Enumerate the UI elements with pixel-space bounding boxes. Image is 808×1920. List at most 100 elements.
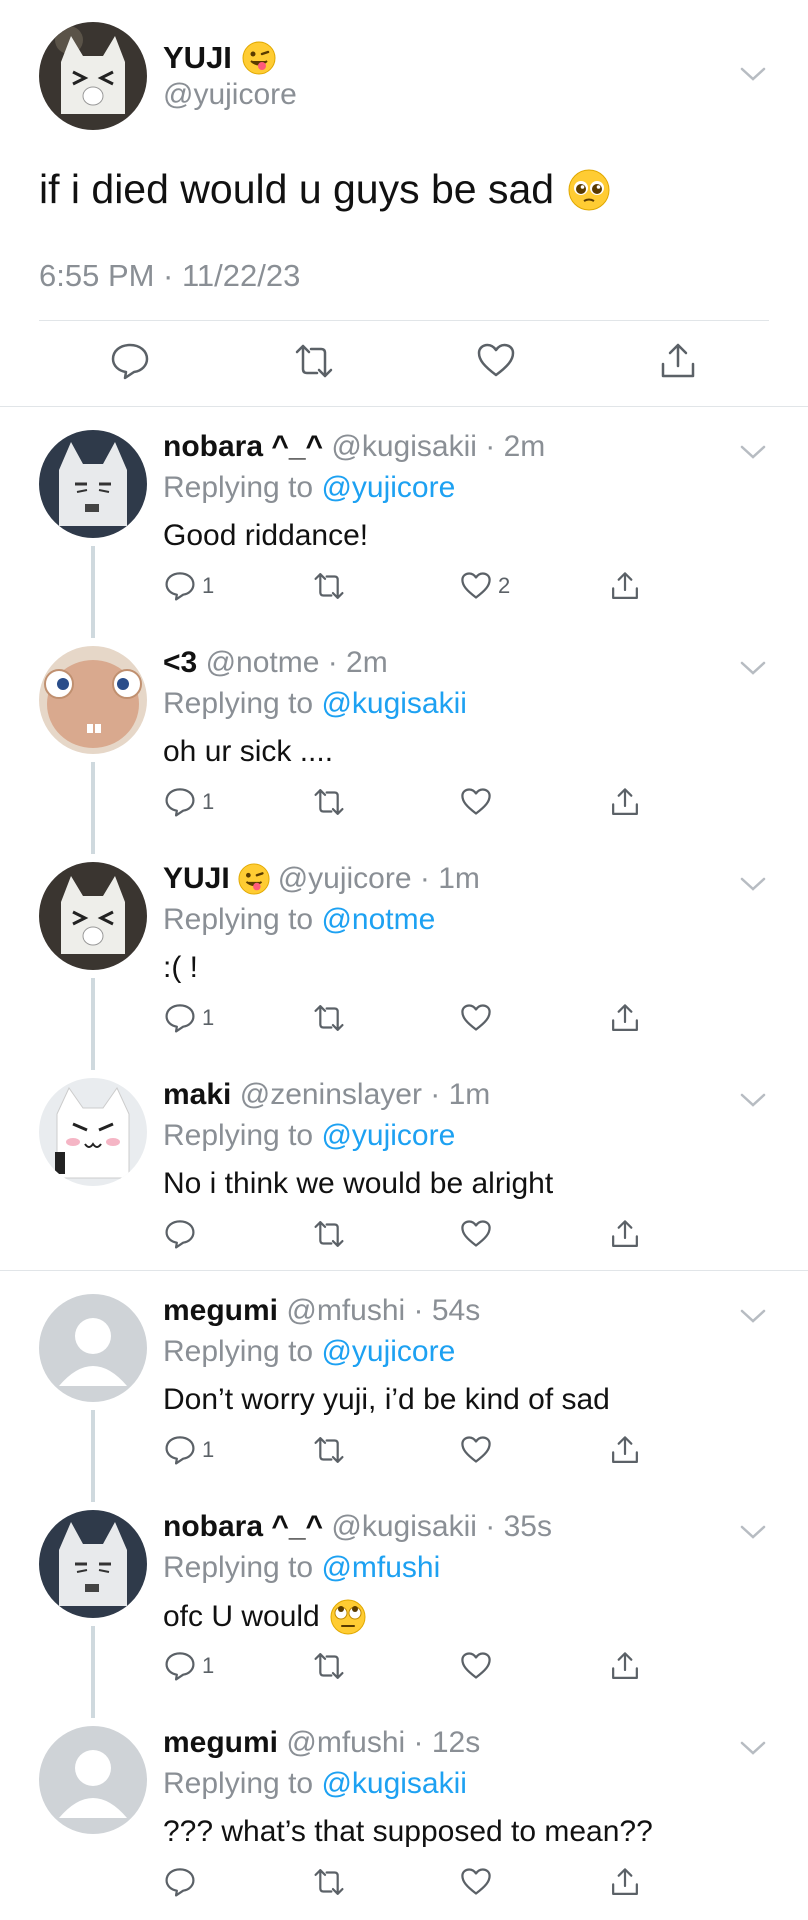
cat-avatar-icon bbox=[39, 862, 147, 970]
retweet-button[interactable] bbox=[312, 1219, 346, 1249]
like-button[interactable] bbox=[476, 342, 516, 378]
handle-time: @mfushi · 12s bbox=[286, 1726, 481, 1759]
mention-link[interactable]: @yujicore bbox=[321, 1335, 455, 1368]
reply-text-content: No i think we would be alright bbox=[163, 1167, 554, 1200]
reply-text-content: oh ur sick .... bbox=[163, 735, 334, 768]
chevron-down-icon[interactable] bbox=[740, 444, 766, 460]
like-button[interactable] bbox=[460, 1867, 492, 1896]
avatar[interactable] bbox=[39, 1510, 147, 1618]
retweet-button[interactable] bbox=[312, 1867, 346, 1897]
reply-button[interactable]: 1 bbox=[164, 1651, 214, 1681]
heart-icon bbox=[461, 1652, 491, 1679]
chevron-down-icon[interactable] bbox=[740, 1740, 766, 1756]
reply-text-content: Don’t worry yuji, i’d be kind of sad bbox=[163, 1383, 610, 1416]
reply-button[interactable]: 1 bbox=[164, 1003, 214, 1033]
reply-button[interactable]: 1 bbox=[164, 787, 214, 817]
reply-tweet[interactable]: megumi @mfushi · 54s Replying to @yujico… bbox=[0, 1280, 808, 1502]
avatar[interactable] bbox=[39, 22, 147, 130]
mention-link[interactable]: @yujicore bbox=[321, 1119, 455, 1152]
avatar[interactable] bbox=[39, 1078, 147, 1186]
reply-tweet[interactable]: YUJI @yujicore · 1m Replying to @notme :(… bbox=[0, 848, 808, 1070]
handle-time: @notme · 2m bbox=[205, 646, 388, 679]
share-button[interactable] bbox=[610, 1435, 640, 1465]
author-name[interactable]: megumi bbox=[163, 1294, 278, 1327]
avatar[interactable] bbox=[39, 430, 147, 538]
reply-count: 1 bbox=[202, 1437, 215, 1462]
like-button[interactable] bbox=[460, 1435, 492, 1464]
like-button[interactable] bbox=[460, 1651, 492, 1680]
mention-link[interactable]: @mfushi bbox=[321, 1551, 440, 1584]
share-button[interactable] bbox=[610, 1003, 640, 1033]
author-name[interactable]: maki bbox=[163, 1078, 231, 1111]
like-button[interactable]: 2 bbox=[460, 571, 510, 600]
share-icon bbox=[612, 1652, 638, 1679]
like-count: 2 bbox=[498, 572, 511, 598]
chevron-down-icon[interactable] bbox=[740, 1524, 766, 1540]
reply-button[interactable] bbox=[110, 342, 150, 380]
share-button[interactable] bbox=[610, 1219, 640, 1249]
share-button[interactable] bbox=[610, 1651, 640, 1681]
like-button[interactable] bbox=[460, 1003, 492, 1032]
chevron-down-icon[interactable] bbox=[740, 660, 766, 676]
tweet-text: if i died would u guys be sad bbox=[39, 166, 555, 212]
retweet-button[interactable] bbox=[293, 342, 335, 380]
mention-link[interactable]: @yujicore bbox=[321, 471, 455, 504]
mention-link[interactable]: @kugisakii bbox=[321, 687, 467, 720]
author-name[interactable]: nobara ^_^ bbox=[163, 430, 323, 463]
like-button[interactable] bbox=[460, 1219, 492, 1248]
share-button[interactable] bbox=[610, 571, 640, 601]
retweet-button[interactable] bbox=[312, 1003, 346, 1033]
reply-tweet[interactable]: <3 @notme · 2m Replying to @kugisakii oh… bbox=[0, 632, 808, 854]
reply-button[interactable] bbox=[164, 1867, 196, 1897]
author-handle[interactable]: @yujicore bbox=[163, 78, 297, 112]
avatar[interactable] bbox=[39, 646, 147, 754]
share-icon bbox=[661, 343, 695, 378]
reply-tweet[interactable]: maki @zeninslayer · 1m Replying to @yuji… bbox=[0, 1064, 808, 1280]
author-name[interactable]: YUJI bbox=[163, 862, 230, 896]
mention-link[interactable]: @kugisakii bbox=[321, 1767, 467, 1800]
author-name[interactable]: megumi bbox=[163, 1726, 278, 1759]
chevron-down-icon[interactable] bbox=[740, 876, 766, 892]
author-name[interactable]: nobara ^_^ bbox=[163, 1510, 323, 1543]
retweet-button[interactable] bbox=[312, 1435, 346, 1465]
mention-link[interactable]: @notme bbox=[321, 903, 435, 936]
reply-tweet[interactable]: nobara ^_^ @kugisakii · 2m Replying to @… bbox=[0, 416, 808, 638]
reply-icon bbox=[111, 343, 149, 380]
reply-tweet[interactable]: megumi @mfushi · 12s Replying to @kugisa… bbox=[0, 1712, 808, 1920]
reply-icon bbox=[165, 1868, 195, 1897]
main-tweet: YUJI @yujicore if i died would u guys be… bbox=[0, 0, 808, 406]
replying-label: Replying to bbox=[163, 1119, 314, 1152]
avatar[interactable] bbox=[39, 1294, 147, 1402]
author-name[interactable]: YUJI bbox=[163, 40, 232, 76]
retweet-button[interactable] bbox=[312, 787, 346, 817]
reply-count: 1 bbox=[202, 1005, 215, 1030]
share-icon bbox=[612, 1220, 638, 1247]
retweet-button[interactable] bbox=[312, 571, 346, 601]
like-button[interactable] bbox=[460, 787, 492, 816]
chevron-down-icon[interactable] bbox=[740, 1092, 766, 1108]
reply-header: maki @zeninslayer · 1m bbox=[163, 1078, 490, 1112]
share-button[interactable] bbox=[659, 342, 697, 380]
default-avatar-icon bbox=[39, 1294, 147, 1402]
replying-to: Replying to @kugisakii bbox=[163, 1767, 467, 1801]
avatar[interactable] bbox=[39, 1726, 147, 1834]
retweet-icon bbox=[314, 1653, 344, 1679]
author-name[interactable]: <3 bbox=[163, 646, 197, 679]
chevron-down-icon[interactable] bbox=[740, 1308, 766, 1324]
reply-button[interactable]: 1 bbox=[164, 1435, 214, 1465]
reply-button[interactable] bbox=[164, 1219, 196, 1249]
retweet-button[interactable] bbox=[312, 1651, 346, 1681]
reply-button[interactable]: 1 bbox=[164, 571, 214, 601]
cat-avatar-icon bbox=[39, 22, 147, 130]
avatar[interactable] bbox=[39, 862, 147, 970]
heart-icon bbox=[461, 1436, 491, 1463]
share-button[interactable] bbox=[610, 787, 640, 817]
replying-label: Replying to bbox=[163, 903, 314, 936]
reply-count: 1 bbox=[202, 1653, 215, 1678]
reply-tweet[interactable]: nobara ^_^ @kugisakii · 35s Replying to … bbox=[0, 1496, 808, 1718]
chevron-down-icon[interactable] bbox=[740, 66, 766, 82]
replying-label: Replying to bbox=[163, 471, 314, 504]
share-button[interactable] bbox=[610, 1867, 640, 1897]
share-icon bbox=[612, 1436, 638, 1463]
reply-icon bbox=[165, 1004, 195, 1033]
